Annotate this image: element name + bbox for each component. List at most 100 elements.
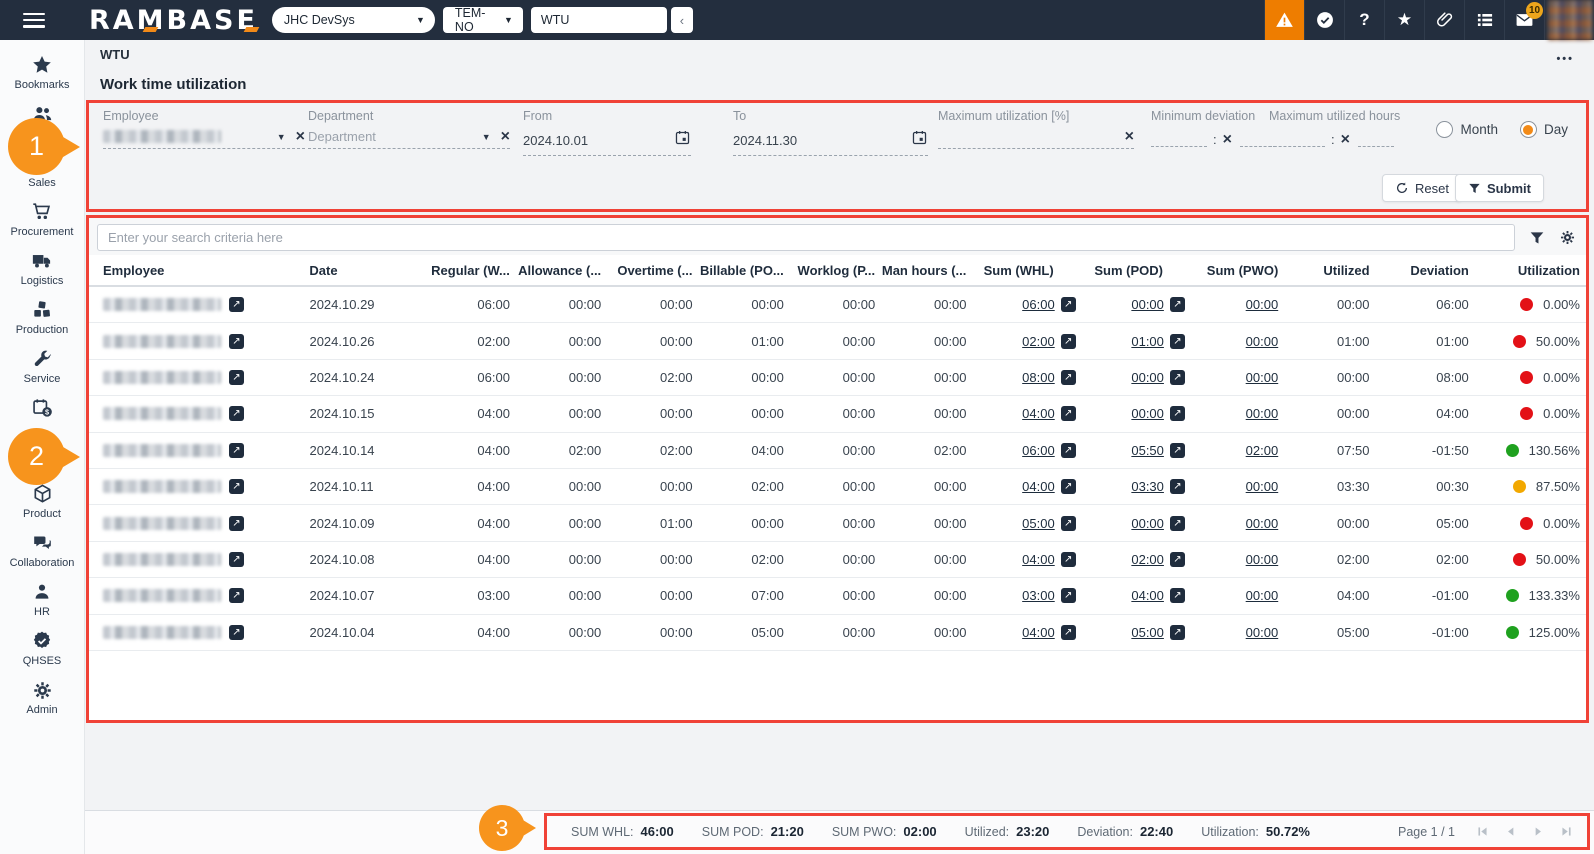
- from-date-filter[interactable]: From 2024.10.01: [523, 109, 691, 156]
- open-pod-link-icon[interactable]: [1170, 406, 1185, 421]
- open-employee-link-icon[interactable]: [229, 625, 244, 640]
- column-header-man-hours[interactable]: Man hours (...: [875, 263, 966, 278]
- open-whl-link-icon[interactable]: [1061, 625, 1076, 640]
- sum-pod-link[interactable]: 03:30: [1131, 479, 1164, 494]
- open-employee-link-icon[interactable]: [229, 443, 244, 458]
- open-employee-link-icon[interactable]: [229, 588, 244, 603]
- open-whl-link-icon[interactable]: [1061, 479, 1076, 494]
- clear-icon[interactable]: ×: [501, 130, 510, 144]
- sum-pwo-link[interactable]: 00:00: [1246, 552, 1279, 567]
- sum-pod-link[interactable]: 04:00: [1131, 588, 1164, 603]
- open-whl-link-icon[interactable]: [1061, 588, 1076, 603]
- open-employee-link-icon[interactable]: [229, 479, 244, 494]
- max-utilization-filter[interactable]: Maximum utilization [%] ×: [938, 109, 1134, 149]
- sidebar-item-bookmarks[interactable]: Bookmarks: [0, 53, 84, 91]
- help-button[interactable]: ?: [1344, 0, 1384, 40]
- open-pod-link-icon[interactable]: [1170, 443, 1185, 458]
- open-whl-link-icon[interactable]: [1061, 334, 1076, 349]
- open-pod-link-icon[interactable]: [1170, 625, 1185, 640]
- chevron-down-icon[interactable]: ▼: [277, 132, 286, 142]
- sum-pwo-link[interactable]: 00:00: [1246, 588, 1279, 603]
- column-header-utilized[interactable]: Utilized: [1278, 263, 1369, 278]
- column-header-worklog[interactable]: Worklog (P...: [784, 263, 875, 278]
- submit-button[interactable]: Submit: [1455, 174, 1544, 202]
- sidebar-item-admin[interactable]: Admin: [0, 678, 84, 716]
- sum-pod-link[interactable]: 00:00: [1131, 406, 1164, 421]
- table-row[interactable]: 2024.10.14 04:00 02:00 02:00 04:00 00:00…: [89, 433, 1586, 469]
- user-menu-button[interactable]: [1544, 0, 1594, 40]
- sidebar-item-logistics[interactable]: Logistics: [0, 249, 84, 287]
- sum-whl-link[interactable]: 04:00: [1022, 552, 1055, 567]
- open-pod-link-icon[interactable]: [1170, 479, 1185, 494]
- more-options-button[interactable]: •••: [1556, 53, 1574, 65]
- sum-whl-link[interactable]: 04:00: [1022, 406, 1055, 421]
- clear-icon[interactable]: ×: [1341, 133, 1350, 147]
- sum-pwo-link[interactable]: 00:00: [1246, 297, 1279, 312]
- reset-button[interactable]: Reset: [1382, 174, 1462, 202]
- sidebar-item-product[interactable]: Product: [0, 482, 84, 520]
- table-row[interactable]: 2024.10.24 06:00 00:00 02:00 00:00 00:00…: [89, 360, 1586, 396]
- clear-icon[interactable]: ×: [296, 130, 305, 144]
- sum-pod-link[interactable]: 01:00: [1131, 334, 1164, 349]
- open-pod-link-icon[interactable]: [1170, 297, 1185, 312]
- program-search-input[interactable]: [531, 7, 667, 33]
- open-employee-link-icon[interactable]: [229, 406, 244, 421]
- table-row[interactable]: 2024.10.29 06:00 00:00 00:00 00:00 00:00…: [89, 287, 1586, 323]
- open-pod-link-icon[interactable]: [1170, 552, 1185, 567]
- clear-icon[interactable]: ×: [1223, 133, 1232, 147]
- column-header-sum-whl[interactable]: Sum (WHL): [966, 263, 1075, 278]
- sum-pod-link[interactable]: 05:50: [1131, 443, 1164, 458]
- open-employee-link-icon[interactable]: [229, 370, 244, 385]
- sum-whl-link[interactable]: 08:00: [1022, 370, 1055, 385]
- column-header-employee[interactable]: Employee: [103, 263, 309, 278]
- open-whl-link-icon[interactable]: [1061, 443, 1076, 458]
- sum-pwo-link[interactable]: 00:00: [1246, 625, 1279, 640]
- open-pod-link-icon[interactable]: [1170, 334, 1185, 349]
- sum-pwo-link[interactable]: 00:00: [1246, 334, 1279, 349]
- sum-whl-link[interactable]: 03:00: [1022, 588, 1055, 603]
- column-header-regular[interactable]: Regular (W...: [419, 263, 510, 278]
- column-header-date[interactable]: Date: [309, 263, 418, 278]
- sum-whl-link[interactable]: 06:00: [1022, 297, 1055, 312]
- max-utilized-hours-filter[interactable]: Maximum utilized hours : ×: [1269, 109, 1400, 147]
- day-radio[interactable]: Day: [1520, 121, 1568, 138]
- sum-whl-link[interactable]: 04:00: [1022, 479, 1055, 494]
- table-row[interactable]: 2024.10.09 04:00 00:00 01:00 00:00 00:00…: [89, 505, 1586, 541]
- column-header-overtime[interactable]: Overtime (...: [601, 263, 692, 278]
- sidebar-item-service[interactable]: Service: [0, 347, 84, 385]
- open-employee-link-icon[interactable]: [229, 297, 244, 312]
- search-input[interactable]: [97, 224, 1515, 251]
- month-radio[interactable]: Month: [1436, 121, 1498, 138]
- table-row[interactable]: 2024.10.07 03:00 00:00 00:00 07:00 00:00…: [89, 578, 1586, 614]
- open-whl-link-icon[interactable]: [1061, 297, 1076, 312]
- module-select[interactable]: TEM-NO▼: [443, 7, 523, 33]
- column-header-sum-pwo[interactable]: Sum (PWO): [1185, 263, 1278, 278]
- gear-icon[interactable]: [1559, 229, 1576, 246]
- calendar-icon[interactable]: [911, 129, 928, 151]
- open-whl-link-icon[interactable]: [1061, 370, 1076, 385]
- sum-pod-link[interactable]: 00:00: [1131, 370, 1164, 385]
- favorites-button[interactable]: ★: [1384, 0, 1424, 40]
- sidebar-item-rental-calendar-dollar[interactable]: $: [0, 396, 84, 422]
- open-employee-link-icon[interactable]: [229, 552, 244, 567]
- table-row[interactable]: 2024.10.11 04:00 00:00 00:00 02:00 00:00…: [89, 469, 1586, 505]
- back-button[interactable]: ‹: [671, 7, 693, 33]
- open-whl-link-icon[interactable]: [1061, 552, 1076, 567]
- sum-pwo-link[interactable]: 00:00: [1246, 406, 1279, 421]
- chevron-down-icon[interactable]: ▼: [482, 132, 491, 142]
- system-select[interactable]: JHC DevSys▼: [272, 7, 435, 33]
- column-header-deviation[interactable]: Deviation: [1370, 263, 1469, 278]
- column-header-allowance[interactable]: Allowance (...: [510, 263, 601, 278]
- min-deviation-filter[interactable]: Minimum deviation : ×: [1151, 109, 1276, 147]
- open-pod-link-icon[interactable]: [1170, 588, 1185, 603]
- tasks-list-button[interactable]: [1464, 0, 1504, 40]
- sum-pod-link[interactable]: 02:00: [1131, 552, 1164, 567]
- department-filter[interactable]: Department Department ▼ ×: [308, 109, 510, 149]
- table-row[interactable]: 2024.10.26 02:00 00:00 00:00 01:00 00:00…: [89, 323, 1586, 359]
- messages-button[interactable]: 10: [1504, 0, 1544, 40]
- calendar-icon[interactable]: [674, 129, 691, 151]
- column-header-utilization[interactable]: Utilization: [1469, 263, 1580, 278]
- sum-pwo-link[interactable]: 00:00: [1246, 479, 1279, 494]
- to-date-filter[interactable]: To 2024.11.30: [733, 109, 928, 156]
- pagination-prev-button[interactable]: [1504, 825, 1517, 838]
